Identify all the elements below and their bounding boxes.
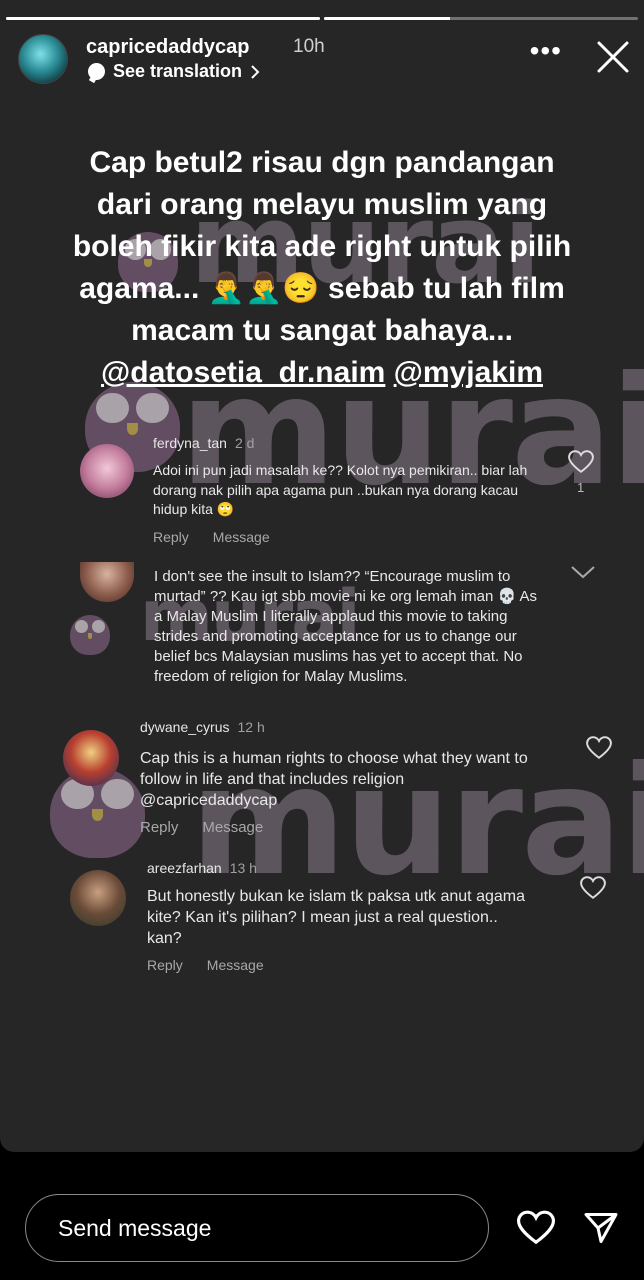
progress-segment (324, 17, 638, 20)
mention-link[interactable]: @myjakim (394, 356, 543, 389)
comment-text: Cap this is a human rights to choose wha… (140, 750, 528, 809)
caption-line: macam tu sangat bahaya... (131, 314, 513, 347)
avatar (70, 870, 126, 926)
avatar (63, 730, 119, 786)
caption-line: boleh fikir kita ade right untuk pilih (72, 230, 572, 263)
progress-fill (324, 17, 450, 20)
heart-icon[interactable] (568, 450, 594, 474)
comment-text: But honestly bukan ke islam tk paksa utk… (147, 888, 525, 947)
comment-username: ferdyna_tan 2 d (153, 435, 255, 451)
story-footer (0, 1152, 644, 1280)
avatar[interactable] (18, 34, 68, 84)
heart-icon[interactable] (517, 1210, 555, 1246)
comment-actions: Reply Message (153, 529, 270, 545)
comment-username: areezfarhan 13 h (147, 860, 257, 876)
comment-username: dywane_cyrus 12 h (140, 719, 265, 735)
more-icon[interactable]: ••• (530, 37, 562, 65)
caption-mentions: @datosetia_dr.naim @myjakim (30, 352, 614, 394)
send-message-input[interactable] (25, 1194, 489, 1262)
heart-icon[interactable] (586, 736, 612, 760)
mention-link[interactable]: @datosetia_dr.naim (101, 356, 385, 389)
progress-fill (6, 17, 320, 20)
caption-line: Cap betul2 risau dgn pandangan (89, 146, 555, 179)
avatar (80, 562, 134, 602)
comment-text: Adoi ini pun jadi masalah ke?? Kolot nya… (153, 462, 528, 517)
owl-logo (70, 615, 110, 655)
comment-text: I don't see the insult to Islam?? “Encou… (154, 568, 538, 685)
reply-link[interactable]: Reply (153, 529, 189, 545)
story-caption: Cap betul2 risau dgn pandangan dari oran… (30, 142, 614, 394)
caption-line: agama... 🤦‍♂️🤦‍♂️😔 sebab tu lah film (79, 272, 565, 305)
comment-actions: Reply Message (140, 819, 263, 836)
caption-line: dari orang melayu muslim yang (96, 188, 548, 221)
reply-link[interactable]: Reply (147, 957, 183, 973)
see-translation-label: See translation (113, 61, 243, 81)
see-translation-link[interactable]: See translation (88, 61, 260, 82)
story-progress (6, 17, 638, 20)
username[interactable]: capricedaddycap (86, 36, 249, 59)
message-link[interactable]: Message (213, 529, 270, 545)
story-header: capricedaddycap 10h See translation ••• (18, 32, 630, 86)
translation-bubble-icon (88, 63, 105, 80)
chevron-right-icon (251, 64, 260, 79)
comment-actions: Reply Message (147, 957, 264, 973)
message-link[interactable]: Message (202, 819, 263, 836)
send-icon[interactable] (583, 1210, 619, 1246)
heart-icon[interactable] (580, 876, 606, 900)
post-time: 10h (293, 36, 325, 57)
chevron-down-icon[interactable] (570, 565, 596, 579)
story-viewer[interactable]: capricedaddycap 10h See translation ••• … (0, 0, 644, 1152)
reply-link[interactable]: Reply (140, 819, 178, 836)
like-count: 1 (577, 480, 585, 495)
progress-segment (6, 17, 320, 20)
avatar (80, 444, 134, 498)
message-link[interactable]: Message (207, 957, 264, 973)
close-icon[interactable] (596, 40, 630, 74)
